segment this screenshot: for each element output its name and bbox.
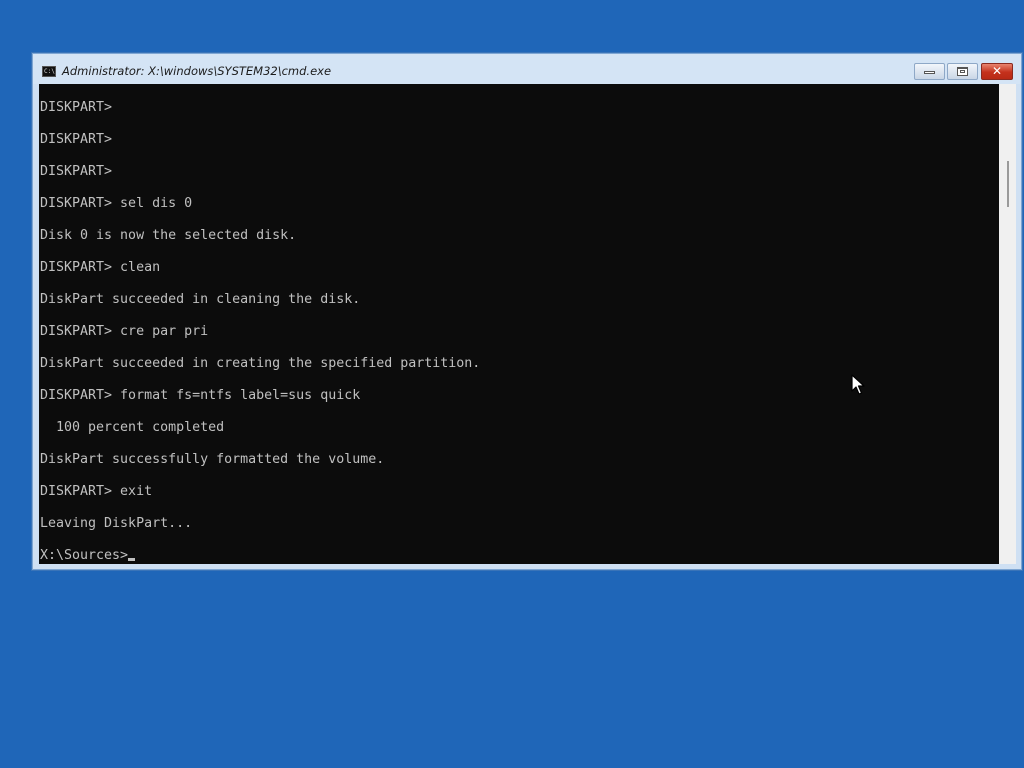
console-line: DISKPART> xyxy=(40,164,113,179)
cmd-window[interactable]: C:\ Administrator: X:\windows\SYSTEM32\c… xyxy=(32,53,1022,570)
current-prompt: X:\Sources> xyxy=(40,548,129,563)
console-line: 100 percent completed xyxy=(40,420,225,435)
console-line: DISKPART> sel dis 0 xyxy=(40,196,193,211)
console-line: DISKPART> exit xyxy=(40,484,153,499)
console-line: DiskPart succeeded in creating the speci… xyxy=(40,356,481,371)
text-cursor xyxy=(128,558,136,561)
console-line: Leaving DiskPart... xyxy=(40,516,193,531)
scrollbar-thumb[interactable] xyxy=(1007,161,1009,207)
minimize-icon xyxy=(924,71,935,74)
maximize-button[interactable] xyxy=(947,63,978,80)
console-line: Disk 0 is now the selected disk. xyxy=(40,228,297,243)
desktop: C:\ Administrator: X:\windows\SYSTEM32\c… xyxy=(0,0,1024,768)
window-title: Administrator: X:\windows\SYSTEM32\cmd.e… xyxy=(62,64,332,78)
console-line: DISKPART> xyxy=(40,100,113,115)
close-icon: ✕ xyxy=(991,64,1003,78)
vertical-scrollbar[interactable] xyxy=(999,84,1016,564)
maximize-icon xyxy=(957,67,968,76)
mouse-pointer-icon xyxy=(851,374,865,395)
console-line: DISKPART> format fs=ntfs label=sus quick xyxy=(40,388,361,403)
console-line: DISKPART> xyxy=(40,132,113,147)
title-bar[interactable]: C:\ Administrator: X:\windows\SYSTEM32\c… xyxy=(33,54,1021,84)
console-line: DiskPart successfully formatted the volu… xyxy=(40,452,385,467)
cmd-icon[interactable]: C:\ xyxy=(42,66,56,77)
console-line: DISKPART> clean xyxy=(40,260,161,275)
console-lines: DISKPART> DISKPART> DISKPART> DISKPART> … xyxy=(40,100,480,564)
console-line: DiskPart succeeded in cleaning the disk. xyxy=(40,292,361,307)
console-output[interactable]: DISKPART> DISKPART> DISKPART> DISKPART> … xyxy=(39,84,999,564)
console-line: DISKPART> cre par pri xyxy=(40,324,209,339)
console-prompt-line[interactable]: X:\Sources> xyxy=(40,548,480,564)
close-button[interactable]: ✕ xyxy=(981,63,1013,80)
minimize-button[interactable] xyxy=(914,63,945,80)
